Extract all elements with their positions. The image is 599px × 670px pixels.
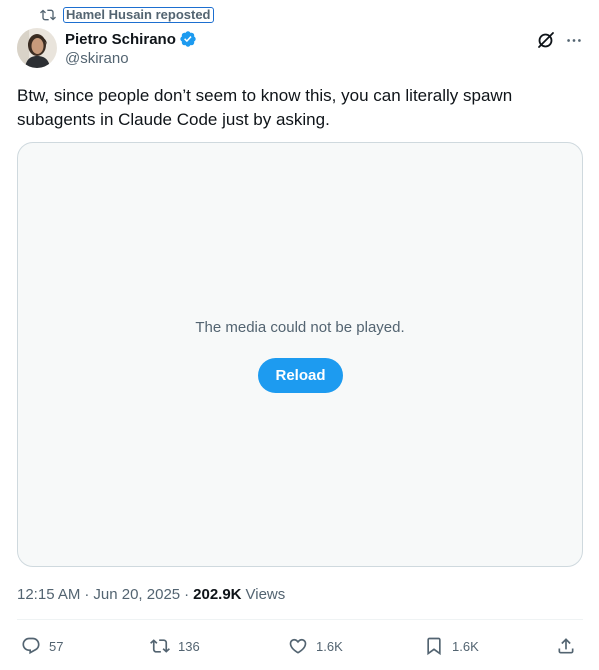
divider [17,619,583,620]
author-handle[interactable]: @skirano [65,50,197,67]
repost-label[interactable]: Hamel Husain reposted [63,7,214,23]
views-count: 202.9K [193,586,242,603]
share-icon [558,638,574,654]
views-label: Views [245,586,286,603]
repost-header: Hamel Husain reposted [40,6,214,24]
verified-badge-icon[interactable] [179,30,197,48]
media-player[interactable]: The media could not be played. Reload [17,142,583,567]
bookmark-count: 1.6K [452,638,479,654]
reply-icon [22,637,40,655]
grok-icon[interactable] [536,30,556,50]
reply-count: 57 [49,638,64,654]
repost-button[interactable]: 136 [150,633,200,659]
meta-separator: · [84,586,90,603]
media-error-message: The media could not be played. [195,319,405,336]
bookmark-icon [427,637,441,656]
tweet-meta: 12:15 AM · Jun 20, 2025 · 202.9K Views [17,586,285,603]
repost-count: 136 [178,638,200,654]
tweet-text: Btw, since people don’t seem to know thi… [17,86,513,129]
like-button[interactable]: 1.6K [288,633,343,659]
avatar[interactable] [17,28,57,68]
repost-action-icon [150,639,170,653]
meta-separator: · [184,586,190,603]
tweet-time[interactable]: 12:15 AM [17,586,80,603]
reload-button[interactable]: Reload [258,358,343,393]
author-info: Pietro Schirano @skirano [65,29,197,67]
like-count: 1.6K [316,638,343,654]
share-button[interactable] [556,633,576,659]
tweet-date[interactable]: Jun 20, 2025 [93,586,180,603]
reply-button[interactable]: 57 [21,633,63,659]
heart-icon [289,638,307,654]
bookmark-button[interactable]: 1.6K [424,633,479,659]
author-name[interactable]: Pietro Schirano [65,31,176,48]
action-bar: 57 136 1.6K 1.6K [17,633,583,659]
repost-icon [40,7,56,23]
more-options-icon[interactable] [565,30,583,50]
